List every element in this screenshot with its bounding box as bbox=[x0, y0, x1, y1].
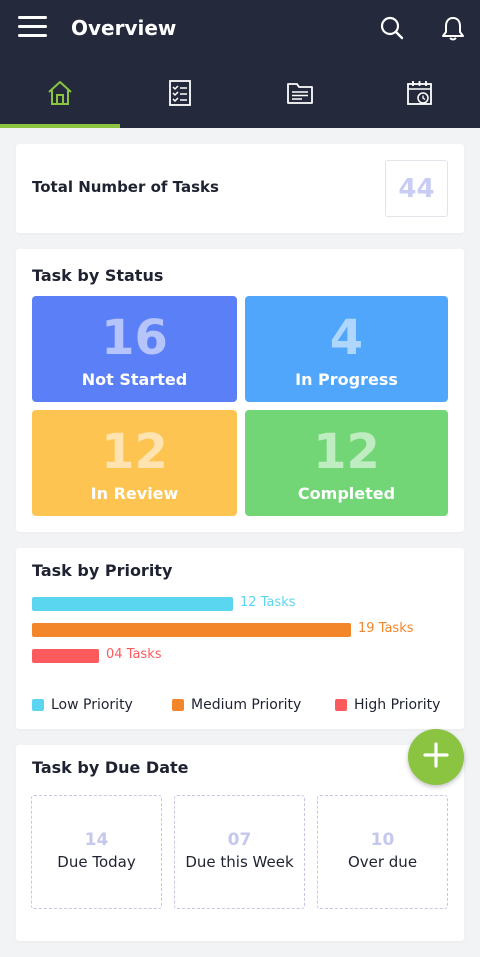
status-label: In Review bbox=[90, 484, 179, 503]
status-count: 4 bbox=[329, 310, 364, 366]
legend-label: Low Priority bbox=[51, 697, 133, 713]
page-title: Overview bbox=[71, 16, 177, 40]
legend-item: High Priority bbox=[335, 697, 440, 713]
priority-bar-high bbox=[32, 649, 99, 663]
priority-bar-label: 12 Tasks bbox=[240, 595, 296, 610]
priority-bar-low bbox=[32, 597, 233, 611]
priority-bar-medium bbox=[32, 623, 351, 637]
tab-tasks[interactable] bbox=[120, 62, 240, 128]
status-count: 12 bbox=[313, 424, 380, 480]
status-label: Not Started bbox=[81, 370, 188, 389]
legend-label: High Priority bbox=[354, 697, 441, 713]
active-tab-indicator bbox=[0, 124, 120, 128]
due-count: 10 bbox=[370, 830, 395, 850]
status-count: 16 bbox=[101, 310, 168, 366]
legend-item: Medium Priority bbox=[172, 697, 301, 713]
tab-documents[interactable] bbox=[240, 62, 360, 128]
add-task-button[interactable] bbox=[408, 729, 464, 785]
due-count: 07 bbox=[227, 830, 252, 850]
legend-swatch bbox=[335, 699, 347, 711]
bell-icon[interactable] bbox=[440, 14, 466, 42]
due-label: Due Today bbox=[57, 853, 136, 871]
legend-swatch bbox=[32, 699, 44, 711]
due-today-tile[interactable]: 14 Due Today bbox=[31, 795, 162, 909]
folder-icon bbox=[286, 80, 314, 110]
total-tasks-card: Total Number of Tasks 44 bbox=[16, 144, 464, 233]
legend-item: Low Priority bbox=[32, 697, 133, 713]
total-tasks-value: 44 bbox=[385, 160, 448, 217]
status-label: Completed bbox=[297, 484, 396, 503]
due-this-week-tile[interactable]: 07 Due this Week bbox=[174, 795, 305, 909]
due-count: 14 bbox=[84, 830, 109, 850]
status-tile-completed[interactable]: 12 Completed bbox=[245, 410, 448, 516]
status-label: In Progress bbox=[295, 370, 398, 389]
checklist-icon bbox=[168, 79, 192, 111]
status-tile-in-progress[interactable]: 4 In Progress bbox=[245, 296, 448, 402]
section-title: Task by Due Date bbox=[32, 758, 189, 777]
menu-icon[interactable] bbox=[18, 14, 48, 40]
total-tasks-label: Total Number of Tasks bbox=[32, 178, 219, 196]
legend-label: Medium Priority bbox=[191, 697, 302, 713]
calendar-clock-icon bbox=[406, 79, 434, 111]
task-priority-card: Task by Priority 12 Tasks 19 Tasks 04 Ta… bbox=[16, 548, 464, 729]
due-label: Over due bbox=[347, 853, 418, 871]
tab-bar bbox=[0, 62, 480, 128]
section-title: Task by Status bbox=[32, 266, 164, 285]
search-icon[interactable] bbox=[379, 14, 405, 42]
tab-home[interactable] bbox=[0, 62, 120, 128]
over-due-tile[interactable]: 10 Over due bbox=[317, 795, 448, 909]
app-header: Overview bbox=[0, 0, 480, 128]
tab-calendar[interactable] bbox=[360, 62, 480, 128]
task-due-date-card: Task by Due Date 14 Due Today 07 Due thi… bbox=[16, 745, 464, 941]
status-count: 12 bbox=[101, 424, 168, 480]
status-tile-not-started[interactable]: 16 Not Started bbox=[32, 296, 237, 402]
plus-icon bbox=[422, 741, 450, 773]
legend-swatch bbox=[172, 699, 184, 711]
home-icon bbox=[46, 79, 74, 111]
task-status-card: Task by Status 16 Not Started 4 In Progr… bbox=[16, 249, 464, 532]
priority-bar-label: 04 Tasks bbox=[106, 647, 162, 662]
status-tile-in-review[interactable]: 12 In Review bbox=[32, 410, 237, 516]
section-title: Task by Priority bbox=[32, 561, 173, 580]
due-label: Due this Week bbox=[185, 853, 294, 871]
priority-bar-label: 19 Tasks bbox=[358, 621, 414, 636]
